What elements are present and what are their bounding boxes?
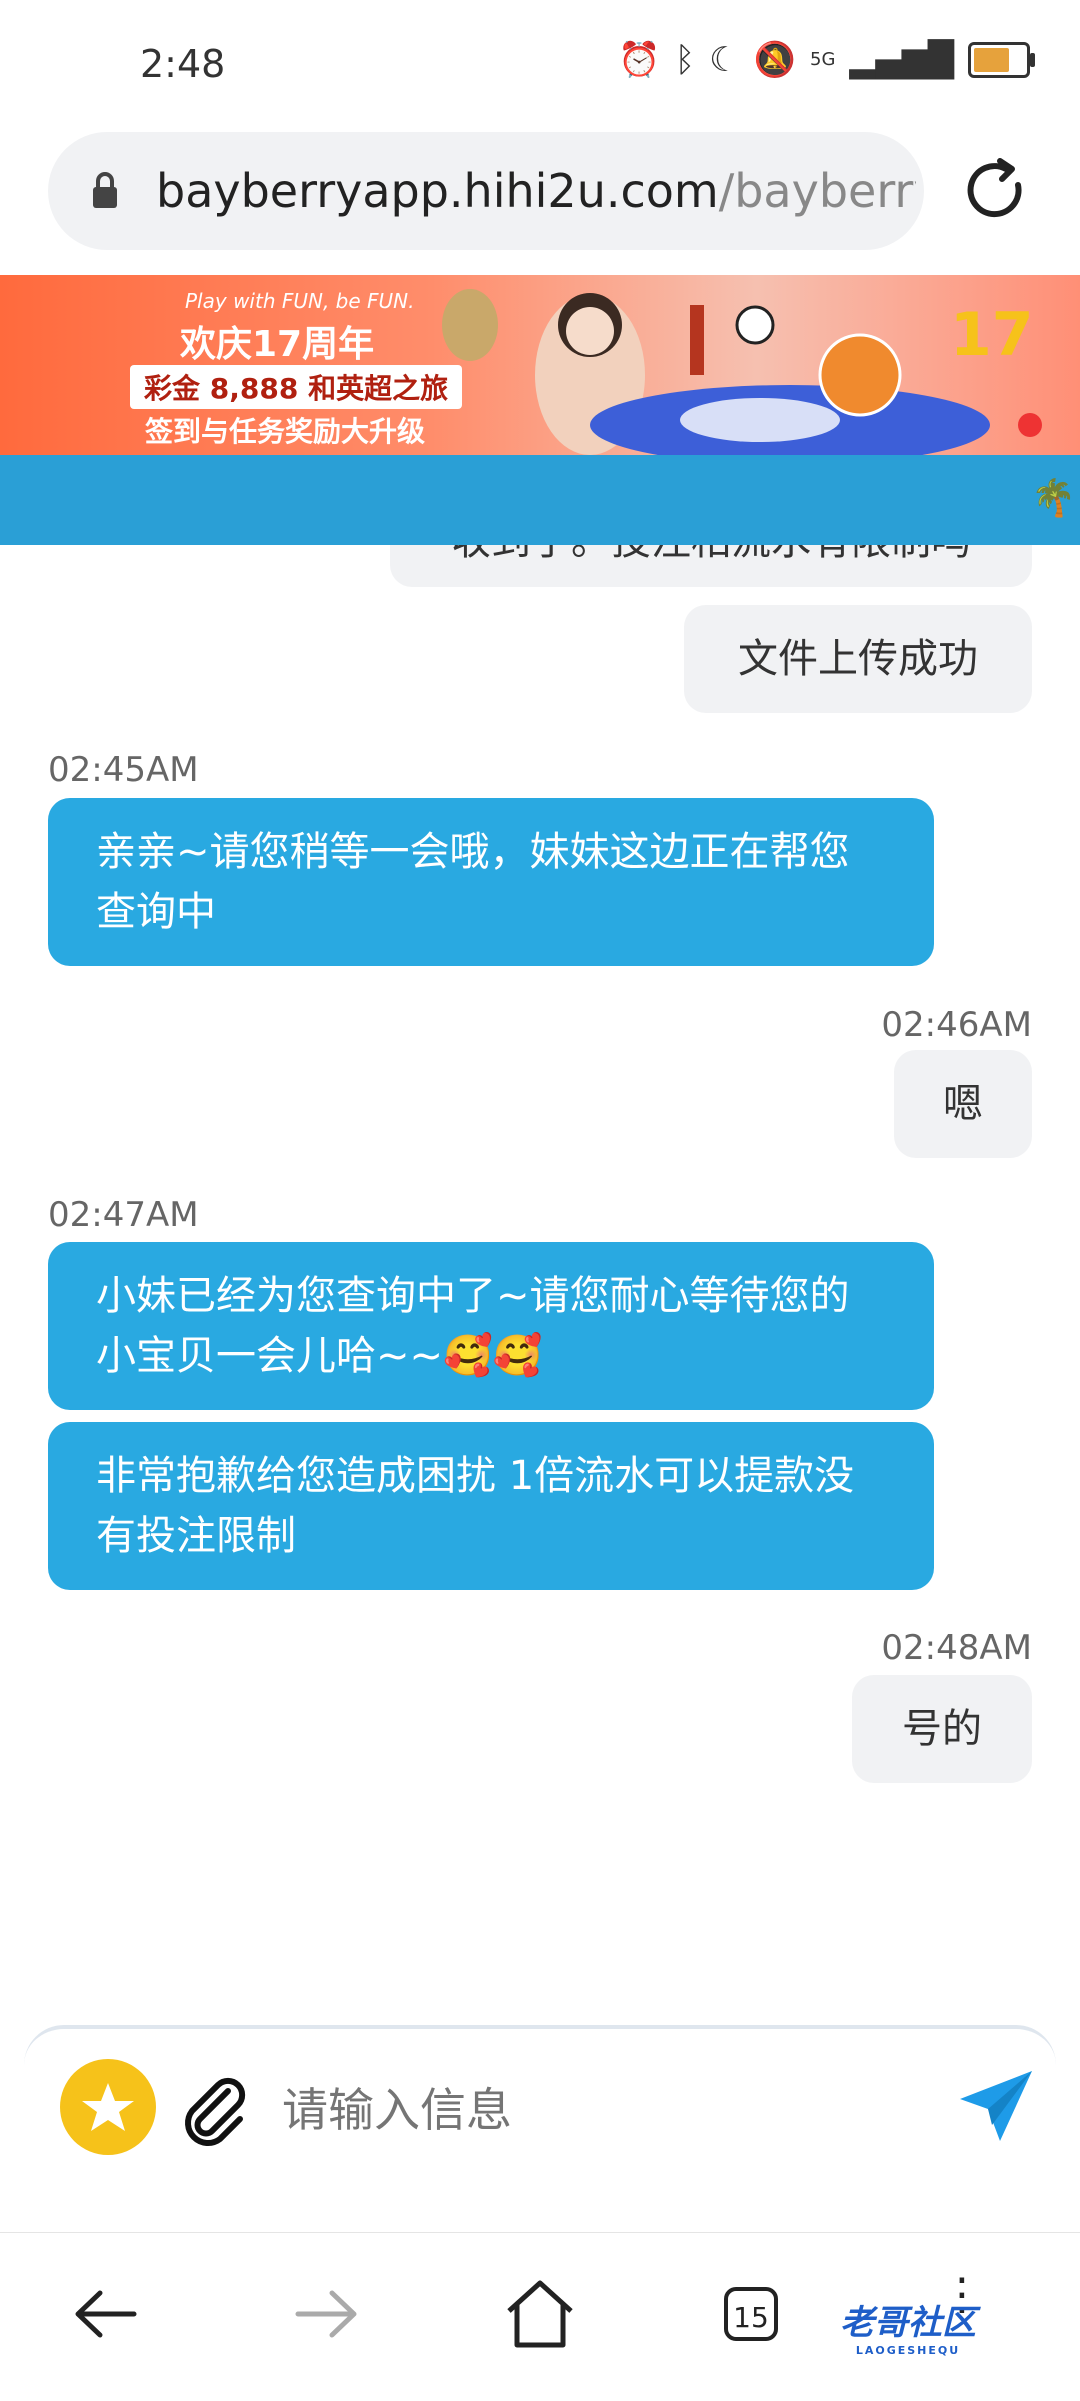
user-message: 嗯 xyxy=(894,1050,1032,1158)
svg-text:17: 17 xyxy=(950,300,1034,370)
user-message: 文件上传成功 xyxy=(684,605,1032,713)
message-input[interactable] xyxy=(280,2069,924,2151)
attachment-icon[interactable] xyxy=(174,2069,254,2149)
lock-icon xyxy=(93,172,117,208)
user-message: 号的 xyxy=(852,1675,1032,1783)
message-text: 号的 xyxy=(902,1706,982,1752)
banner-title: 欢庆17周年 xyxy=(180,324,375,365)
star-icon xyxy=(82,2083,134,2131)
banner-artwork: 17 xyxy=(442,289,1042,455)
mute-icon: 🔕 xyxy=(753,40,796,80)
agent-message: 亲亲~请您稍等一会哦，妹妹这边正在帮您查询中 xyxy=(48,798,934,966)
banner-subtitle: 签到与任务奖励大升级 xyxy=(145,415,426,448)
watermark-logo: 老哥社区 LAOGESHEQU xyxy=(840,2295,976,2357)
timestamp: 02:47AM xyxy=(48,1195,199,1235)
timestamp: 02:48AM xyxy=(881,1628,1032,1668)
banner-prize: 彩金 8,888 和英超之旅 xyxy=(130,365,463,409)
message-text: 嗯 xyxy=(943,1081,983,1127)
signal-icon: ▂▄▆█ xyxy=(849,40,954,80)
agent-message: 小妹已经为您查询中了~请您耐心等待您的小宝贝一会儿哈~~🥰🥰 xyxy=(48,1242,934,1410)
message-text: 非常抱歉给您造成困扰 1倍流水可以提款没有投注限制 xyxy=(96,1453,855,1559)
promo-banner[interactable]: Play with FUN, be FUN. 欢庆17周年 彩金 8,888 和… xyxy=(0,275,1080,455)
notice-bar: 🌴 xyxy=(0,455,1080,545)
message-text: 小妹已经为您查询中了~请您耐心等待您的小宝贝一会儿哈~~🥰🥰 xyxy=(96,1273,850,1379)
star-button[interactable] xyxy=(60,2059,156,2155)
clock: 2:48 xyxy=(140,42,226,86)
watermark-text: 老哥社区 xyxy=(840,2303,976,2343)
url-path: /bayberry xyxy=(718,164,916,218)
url-text[interactable]: bayberryapp.hihi2u.com/bayberry xyxy=(156,164,916,218)
network-label: 5G xyxy=(810,49,836,70)
message-text: 亲亲~请您稍等一会哦，妹妹这边正在帮您查询中 xyxy=(96,829,850,935)
status-icons: ⏰ ᛒ ☾ 🔕 5G ▂▄▆█ xyxy=(618,40,1035,80)
alarm-icon: ⏰ xyxy=(618,40,661,80)
url-host: bayberryapp.hihi2u.com xyxy=(156,164,719,218)
moon-icon: ☾ xyxy=(709,40,740,80)
send-icon[interactable] xyxy=(956,2065,1036,2145)
palm-icon: 🌴 xyxy=(1031,478,1076,519)
user-message: 收到了。投注相流水有限制吗 xyxy=(390,545,1032,587)
message-composer xyxy=(24,2025,1056,2234)
tab-count: 15 xyxy=(724,2287,778,2341)
timestamp: 02:46AM xyxy=(881,1005,1032,1045)
back-icon[interactable] xyxy=(62,2269,152,2359)
agent-message: 非常抱歉给您造成困扰 1倍流水可以提款没有投注限制 xyxy=(48,1422,934,1590)
message-text: 文件上传成功 xyxy=(738,636,978,682)
chat-thread[interactable]: 收到了。投注相流水有限制吗 文件上传成功 02:45AM 亲亲~请您稍等一会哦，… xyxy=(0,545,1080,2025)
banner-tagline: Play with FUN, be FUN. xyxy=(185,289,415,313)
watermark-subtext: LAOGESHEQU xyxy=(855,2344,961,2357)
address-bar[interactable]: bayberryapp.hihi2u.com/bayberry xyxy=(48,132,924,250)
tabs-button[interactable]: 15 xyxy=(724,2287,784,2347)
message-text: 收到了。投注相流水有限制吗 xyxy=(451,545,971,564)
status-bar: 2:48 ⏰ ᛒ ☾ 🔕 5G ▂▄▆█ xyxy=(0,0,1080,125)
battery-icon xyxy=(968,42,1035,78)
reload-icon[interactable] xyxy=(960,155,1030,225)
timestamp: 02:45AM xyxy=(48,750,199,790)
bluetooth-icon: ᛒ xyxy=(674,40,696,80)
home-icon[interactable] xyxy=(495,2269,585,2359)
forward-icon[interactable] xyxy=(280,2269,370,2359)
